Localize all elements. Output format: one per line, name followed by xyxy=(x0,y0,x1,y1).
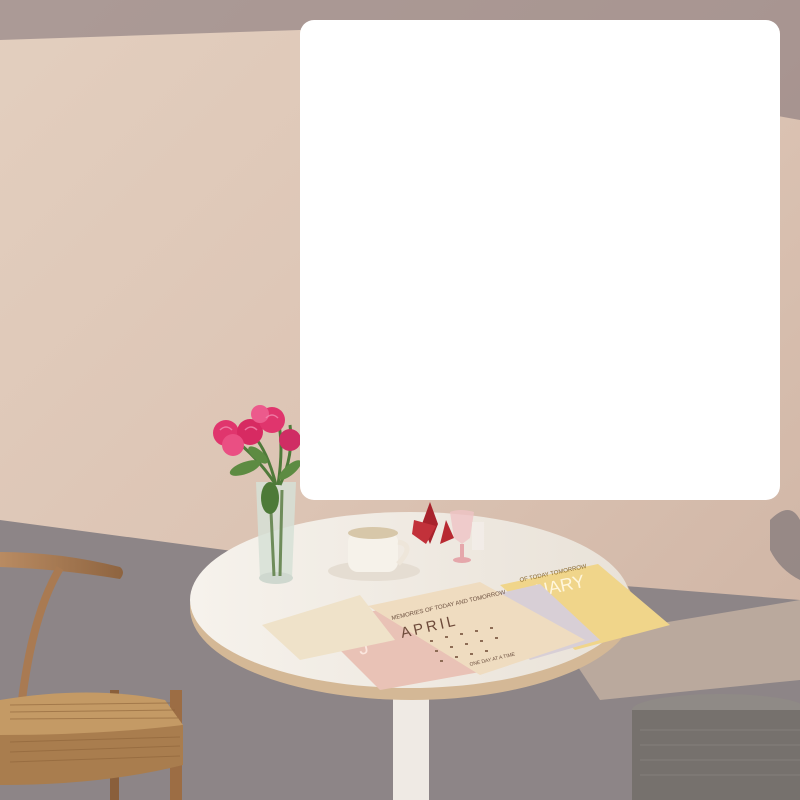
table-leg xyxy=(393,690,429,800)
clear-glass xyxy=(472,522,484,550)
cup-rim xyxy=(348,527,398,539)
pouf-stool xyxy=(632,694,800,800)
blank-overlay-card xyxy=(300,20,780,500)
photo-stage: UARY OF TODAY TOMORROW J MEMORIES OF TOD… xyxy=(0,0,800,800)
